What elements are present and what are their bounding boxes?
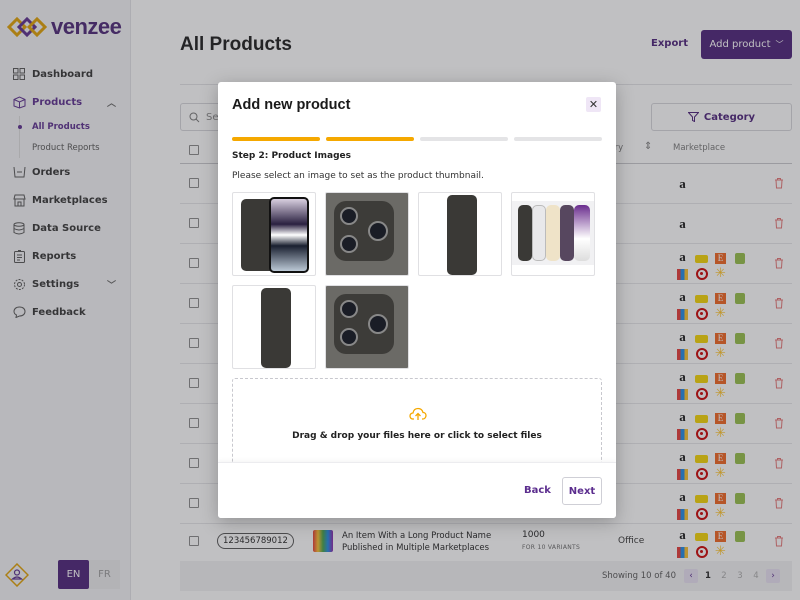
step-progress bbox=[232, 137, 602, 141]
modal-footer: Back Next bbox=[218, 462, 616, 518]
camera-lens-image bbox=[368, 221, 388, 241]
phone-color-image bbox=[532, 205, 546, 261]
image-option[interactable] bbox=[418, 192, 502, 276]
camera-lens-image bbox=[340, 328, 358, 346]
image-option[interactable] bbox=[232, 285, 316, 369]
back-button[interactable]: Back bbox=[524, 485, 551, 496]
phone-color-image bbox=[546, 205, 560, 261]
phone-color-image bbox=[518, 205, 532, 261]
image-option[interactable] bbox=[325, 192, 409, 276]
close-button[interactable]: ✕ bbox=[586, 97, 601, 112]
camera-lens-image bbox=[340, 207, 358, 225]
cloud-upload-icon bbox=[409, 407, 427, 420]
camera-lens-image bbox=[340, 235, 358, 253]
dropzone-text: Drag & drop your files here or click to … bbox=[292, 431, 542, 441]
phone-color-image bbox=[574, 205, 590, 261]
image-option[interactable] bbox=[325, 285, 409, 369]
step-3-bar bbox=[420, 137, 508, 141]
step-label: Step 2: Product Images bbox=[232, 151, 351, 161]
camera-lens-image bbox=[368, 314, 388, 334]
image-option[interactable] bbox=[232, 192, 316, 276]
phone-side-image bbox=[447, 195, 477, 275]
step-2-bar bbox=[326, 137, 414, 141]
image-grid bbox=[232, 192, 602, 369]
step-1-bar bbox=[232, 137, 320, 141]
next-button[interactable]: Next bbox=[562, 477, 602, 505]
phone-front-image bbox=[269, 197, 309, 273]
image-option[interactable] bbox=[511, 192, 595, 276]
phone-side-image bbox=[261, 288, 291, 368]
camera-lens-image bbox=[340, 300, 358, 318]
close-icon: ✕ bbox=[588, 98, 599, 111]
modal-title: Add new product bbox=[232, 97, 351, 113]
step-4-bar bbox=[514, 137, 602, 141]
step-description: Please select an image to set as the pro… bbox=[232, 171, 484, 181]
phone-color-image bbox=[560, 205, 574, 261]
add-product-modal: Add new product ✕ Step 2: Product Images… bbox=[218, 82, 616, 518]
